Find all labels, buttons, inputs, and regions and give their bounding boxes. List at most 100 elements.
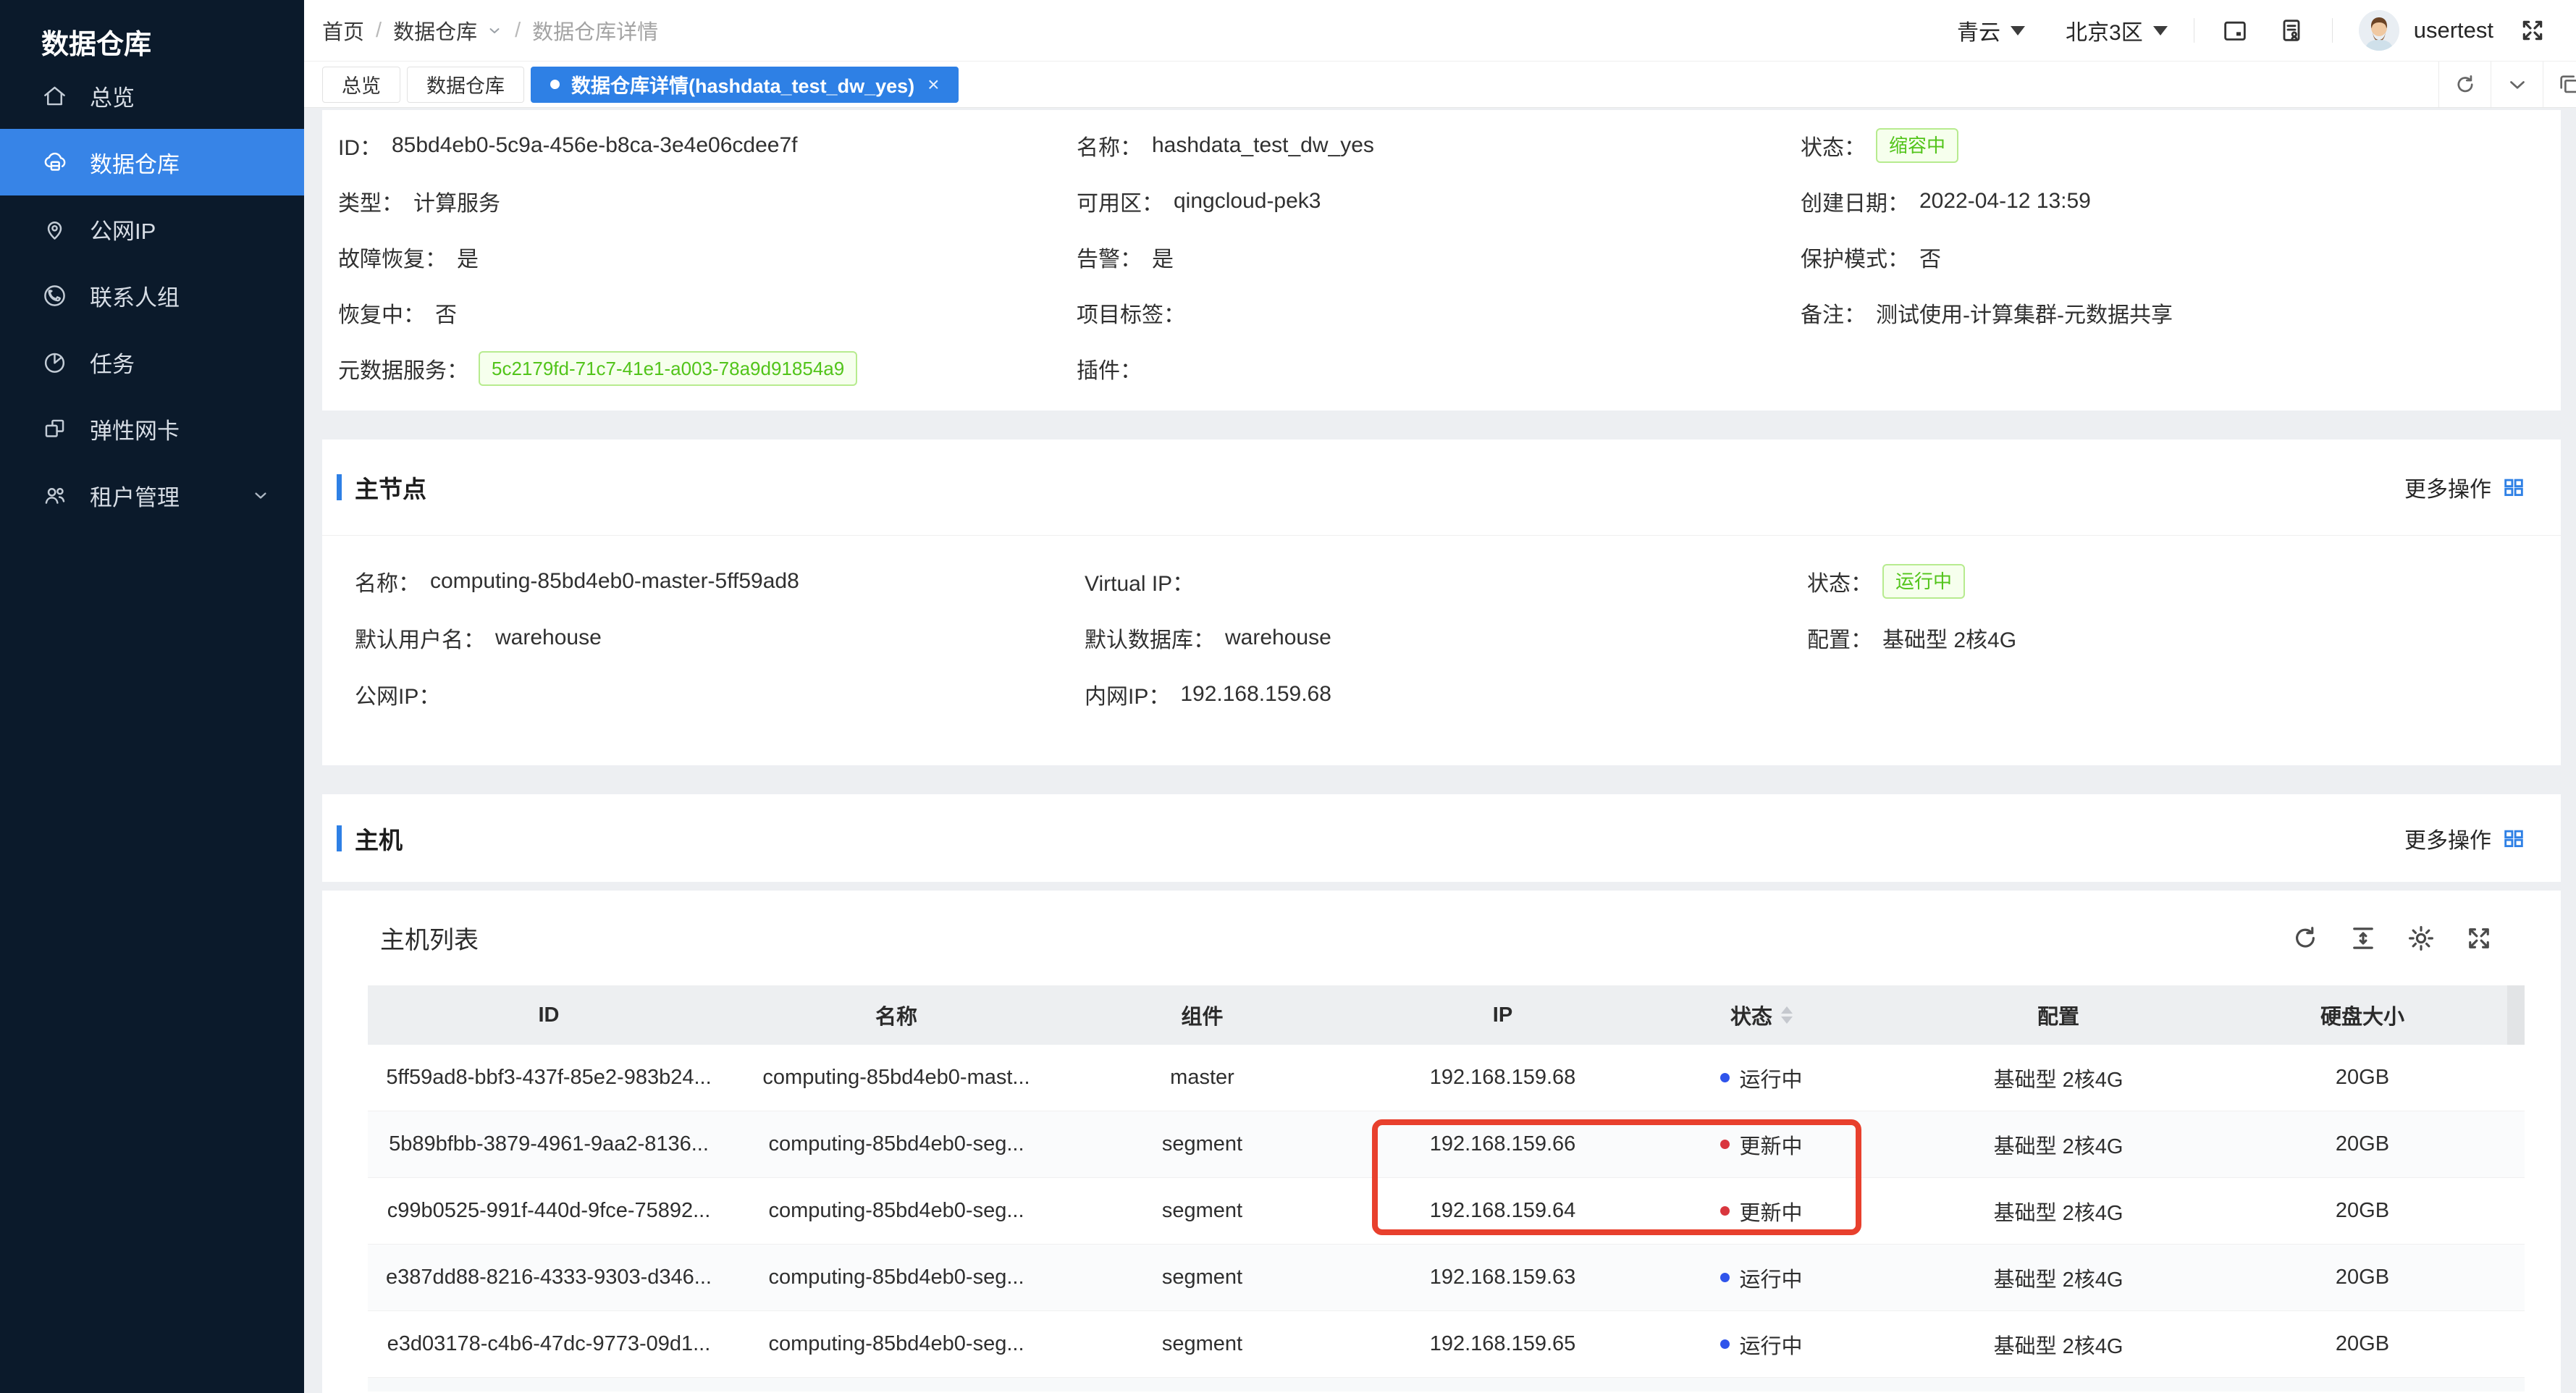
field-label: 内网IP：: [1085, 678, 1170, 710]
sidebar-item-label: 弹性网卡: [90, 413, 180, 445]
host-id: e387dd88-8216-4333-9303-d346...: [368, 1245, 730, 1310]
field-label: 名称：: [355, 565, 420, 597]
warehouse-status-badge: 缩容中: [1876, 128, 1958, 163]
warehouse-id: 85bd4eb0-5c9a-456e-b8ca-3e4e06cdee7f: [392, 133, 797, 158]
table-header-row: ID 名称 组件 IP 状态 配置 硬盘大小: [368, 985, 2525, 1045]
status-dot: [1720, 1140, 1730, 1149]
row-height-icon[interactable]: [2348, 923, 2378, 954]
master-status-badge: 运行中: [1882, 564, 1965, 599]
hosts-title: 主机: [355, 821, 403, 856]
nic-icon: [41, 416, 68, 442]
sidebar-item-tasks[interactable]: 任务: [0, 329, 304, 395]
host-ip: 192.168.159.65: [1342, 1311, 1664, 1377]
sidebar-item-elastic-nic[interactable]: 弹性网卡: [0, 395, 304, 462]
status-label: 运行中: [1739, 1329, 1802, 1360]
sidebar-item-public-ip[interactable]: 公网IP: [0, 195, 304, 262]
host-id: 5b89bfbb-3879-4961-9aa2-8136...: [368, 1111, 730, 1177]
default-db-value: warehouse: [1225, 626, 1331, 650]
field-label: 元数据服务：: [338, 353, 468, 384]
expand-icon[interactable]: [2464, 923, 2494, 954]
host-name: computing-85bd4eb0-mast...: [730, 1045, 1063, 1111]
host-disk: 20GB: [2257, 1045, 2467, 1111]
host-status: 更新中: [1664, 1178, 1859, 1244]
tab-overview[interactable]: 总览: [322, 67, 400, 103]
billing-icon[interactable]: [2221, 16, 2249, 45]
sidebar-item-overview[interactable]: 总览: [0, 62, 304, 129]
sidebar-item-label: 租户管理: [90, 479, 180, 512]
caret-down-icon: [2011, 26, 2025, 35]
host-list-header: 主机列表: [322, 891, 2561, 985]
region-selector[interactable]: 北京3区: [2066, 14, 2168, 46]
table-row: 5b89bfbb-3879-4961-9aa2-8136... computin…: [368, 1111, 2525, 1178]
region-selector-label: 北京3区: [2066, 14, 2143, 46]
host-disk: 20GB: [2257, 1111, 2467, 1177]
tab-toolbar: [2438, 62, 2576, 107]
host-config: 基础型 2核4G: [1859, 1178, 2257, 1244]
chevron-down-icon[interactable]: [486, 22, 503, 39]
tab-data-warehouse[interactable]: 数据仓库: [407, 67, 524, 103]
tab-label: 数据仓库详情(hashdata_test_dw_yes): [571, 70, 914, 98]
host-status: 运行中: [1664, 1045, 1859, 1111]
alarm-value: 是: [1152, 241, 1174, 273]
contacts-icon: [41, 282, 68, 309]
refresh-icon[interactable]: [2438, 62, 2491, 107]
col-header-name: 名称: [730, 985, 1063, 1045]
avatar[interactable]: [2359, 10, 2399, 51]
sidebar: 数据仓库 总览 数据仓库 公网IP 联系人组: [0, 0, 304, 1393]
fullscreen-icon[interactable]: [2518, 16, 2547, 45]
tenants-icon: [41, 482, 68, 509]
breadcrumb: 首页 / 数据仓库 / 数据仓库详情: [322, 15, 658, 46]
status-dot: [1720, 1206, 1730, 1216]
host-ip: 192.168.159.64: [1342, 1178, 1664, 1244]
breadcrumb-section[interactable]: 数据仓库: [393, 15, 477, 46]
sidebar-item-data-warehouse[interactable]: 数据仓库: [0, 129, 304, 195]
col-header-ip: IP: [1342, 985, 1664, 1045]
more-actions-label: 更多操作: [2404, 471, 2491, 503]
table-row: c99b0525-991f-440d-9fce-75892... computi…: [368, 1178, 2525, 1245]
recovering-value: 否: [435, 297, 457, 329]
sidebar-item-contact-groups[interactable]: 联系人组: [0, 262, 304, 329]
chevron-down-icon[interactable]: [2491, 62, 2543, 107]
tab-label: 总览: [342, 70, 381, 98]
status-dot: [1720, 1339, 1730, 1349]
username[interactable]: usertest: [2414, 17, 2493, 43]
host-name: computing-85bd4eb0-seg...: [730, 1111, 1063, 1177]
host-table: ID 名称 组件 IP 状态 配置 硬盘大小 5ff59ad8-bbf3-437…: [368, 985, 2525, 1392]
sort-icon[interactable]: [1781, 1006, 1793, 1024]
breadcrumb-current: 数据仓库详情: [532, 15, 658, 46]
host-list-card: 主机列表 ID 名称 组件 IP 状态: [322, 891, 2561, 1393]
tabbar: 总览 数据仓库 数据仓库详情(hashdata_test_dw_yes) ×: [304, 62, 2576, 108]
section-title: 主机: [337, 821, 403, 856]
sidebar-item-tenant-management[interactable]: 租户管理: [0, 462, 304, 529]
sidebar-item-label: 数据仓库: [90, 146, 180, 179]
hosts-section-card: 主机 更多操作: [322, 794, 2561, 882]
refresh-icon[interactable]: [2290, 923, 2320, 954]
warehouse-detail-card: ID：85bd4eb0-5c9a-456e-b8ca-3e4e06cdee7f …: [322, 110, 2561, 411]
metadata-service-badge[interactable]: 5c2179fd-71c7-41e1-a003-78a9d91854a9: [479, 351, 857, 386]
created-date-value: 2022-04-12 13:59: [1919, 189, 2091, 214]
table-row: 5ff59ad8-bbf3-437f-85e2-983b24... comput…: [368, 1045, 2525, 1111]
master-more-actions-button[interactable]: 更多操作: [2404, 471, 2526, 503]
close-icon[interactable]: ×: [927, 73, 939, 96]
bill-document-icon[interactable]: [2277, 16, 2306, 45]
sidebar-item-label: 任务: [90, 346, 135, 379]
gear-icon[interactable]: [2406, 923, 2436, 954]
tab-warehouse-detail[interactable]: 数据仓库详情(hashdata_test_dw_yes) ×: [531, 67, 959, 103]
host-ip: 192.168.159.68: [1342, 1045, 1664, 1111]
breadcrumb-separator: /: [376, 19, 382, 43]
section-title: 主节点: [337, 470, 426, 505]
table-row: e3d03178-c4b6-47dc-9773-09d1... computin…: [368, 1311, 2525, 1378]
chevron-down-icon: [251, 485, 271, 505]
detail-column-2: 名称：hashdata_test_dw_yes 可用区：qingcloud-pe…: [1077, 117, 1801, 411]
org-selector[interactable]: 青云: [1957, 14, 2025, 46]
field-label: 保护模式：: [1801, 241, 1909, 273]
scrollbar-gutter: [2507, 985, 2525, 1045]
hosts-more-actions-button[interactable]: 更多操作: [2404, 822, 2526, 854]
status-label: 更新中: [1739, 1129, 1802, 1160]
home-icon: [41, 83, 68, 109]
host-component: master: [1063, 1045, 1342, 1111]
breadcrumb-home[interactable]: 首页: [322, 15, 364, 46]
layout-panel-icon[interactable]: [2543, 62, 2576, 107]
col-header-disk: 硬盘大小: [2257, 985, 2467, 1045]
host-disk: 20GB: [2257, 1245, 2467, 1310]
